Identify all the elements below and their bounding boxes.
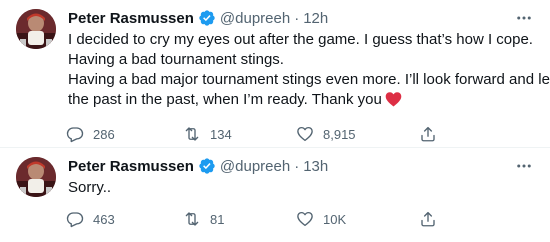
avatar[interactable]: [16, 9, 56, 49]
like-button[interactable]: 10K: [296, 210, 419, 228]
author-handle[interactable]: @dupreeh: [220, 158, 290, 175]
like-button[interactable]: 8,915: [296, 125, 419, 143]
tweet[interactable]: Peter Rasmussen @dupreeh · 13h Sorry.. 4…: [0, 148, 550, 242]
dot-separator: ·: [294, 157, 300, 175]
more-icon[interactable]: [510, 4, 538, 32]
avatar[interactable]: [16, 157, 56, 197]
tweet-text: I decided to cry my eyes out after the g…: [68, 30, 550, 113]
retweet-button[interactable]: 81: [183, 210, 296, 228]
like-count: 10K: [323, 211, 347, 227]
share-icon: [419, 210, 437, 228]
tweet-timestamp[interactable]: 12h: [303, 10, 328, 27]
retweet-count: 81: [210, 211, 225, 227]
share-button[interactable]: [419, 125, 437, 143]
verified-badge-icon: [198, 9, 216, 27]
author-name[interactable]: Peter Rasmussen: [68, 10, 194, 27]
reply-button[interactable]: 286: [66, 125, 183, 143]
retweet-count: 134: [210, 126, 232, 142]
tweet-text-line: Sorry..: [68, 179, 112, 196]
more-icon[interactable]: [510, 152, 538, 180]
tweet-text-line: Having a bad tournament stings.: [68, 51, 284, 68]
reply-button[interactable]: 463: [66, 210, 183, 228]
verified-badge-icon: [198, 157, 216, 175]
reply-icon: [66, 210, 84, 228]
tweet-actions: 463 81 10K: [66, 209, 534, 229]
retweet-icon: [183, 210, 201, 228]
author-name[interactable]: Peter Rasmussen: [68, 158, 194, 175]
share-button[interactable]: [419, 210, 437, 228]
reply-count: 286: [93, 126, 115, 142]
like-count: 8,915: [323, 126, 356, 142]
like-icon: [296, 210, 314, 228]
tweet-text: Sorry..: [68, 178, 534, 198]
like-icon: [296, 125, 314, 143]
tweet-text-line: the past in the past, when I’m ready. Th…: [68, 91, 382, 108]
tweet-timestamp[interactable]: 13h: [303, 158, 328, 175]
reply-icon: [66, 125, 84, 143]
reply-count: 463: [93, 211, 115, 227]
red-heart-emoji: [385, 91, 402, 113]
retweet-button[interactable]: 134: [183, 125, 296, 143]
author-handle[interactable]: @dupreeh: [220, 10, 290, 27]
tweet-actions: 286 134 8,915: [66, 124, 534, 144]
dot-separator: ·: [294, 9, 300, 27]
tweet[interactable]: Peter Rasmussen @dupreeh · 12h I decided…: [0, 0, 550, 148]
tweet-text-line: Having a bad major tournament stings eve…: [68, 71, 550, 88]
tweet-text-line: I decided to cry my eyes out after the g…: [68, 31, 533, 48]
retweet-icon: [183, 125, 201, 143]
share-icon: [419, 125, 437, 143]
